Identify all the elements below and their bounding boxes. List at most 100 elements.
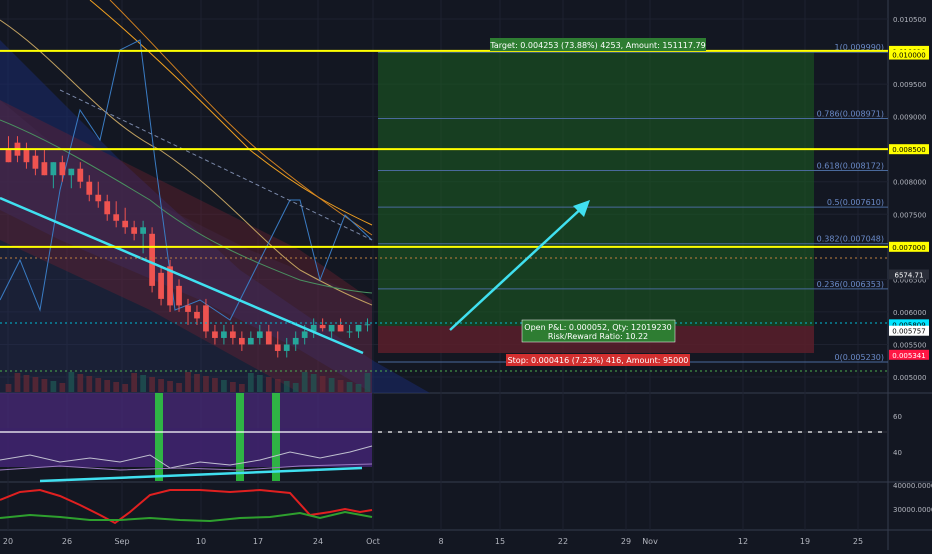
x-tick-label: 12 (738, 537, 748, 546)
target-zone[interactable] (378, 52, 814, 326)
y-tick-label: 0.009000 (893, 114, 926, 122)
x-tick-label: 17 (253, 537, 263, 546)
level-price-tag-text: 0.007000 (892, 244, 925, 252)
candle-body[interactable] (158, 272, 164, 299)
candle-body[interactable] (212, 331, 218, 338)
y-tick-label: 0.005500 (893, 341, 926, 349)
volume-bar (77, 374, 84, 392)
candle-body[interactable] (337, 324, 344, 332)
candle-body[interactable] (59, 162, 66, 176)
fib-label: 0.382(0.007048) (817, 235, 884, 244)
volume-bar (256, 375, 263, 392)
volume-bar (230, 382, 236, 392)
candle-body[interactable] (95, 194, 102, 202)
volume-bar (265, 377, 272, 392)
candle-body[interactable] (355, 324, 362, 332)
volume-bar (221, 380, 227, 392)
candle-body[interactable] (176, 285, 182, 306)
volume-bar (41, 379, 48, 392)
candle-body[interactable] (256, 331, 263, 338)
fib-label: 0.786(0.008971) (817, 110, 884, 119)
volume-bar (247, 373, 254, 392)
price-tag-text: 0.005757 (892, 328, 925, 336)
volume-bar (283, 381, 290, 392)
candle-body[interactable] (247, 337, 254, 345)
volume-bar (86, 376, 93, 392)
candle-body[interactable] (328, 324, 335, 332)
volume-bar (310, 374, 317, 392)
candle-body[interactable] (230, 331, 236, 338)
candle-body[interactable] (104, 201, 111, 215)
volume-bar (131, 373, 138, 392)
candle-body[interactable] (185, 305, 191, 312)
volume-bar (149, 377, 155, 392)
candle-body[interactable] (346, 331, 353, 333)
x-tick-label: 25 (853, 537, 863, 546)
volume-bar (319, 376, 326, 392)
candle-body[interactable] (274, 344, 281, 351)
x-tick-label: 26 (62, 537, 72, 546)
candle-body[interactable] (86, 181, 93, 195)
x-tick-label: 24 (313, 537, 323, 546)
candle-body[interactable] (283, 344, 290, 351)
y-tick-label: 0.005000 (893, 374, 926, 382)
x-tick-label: 20 (3, 537, 13, 546)
volume-bar (346, 382, 353, 392)
candle-body[interactable] (41, 162, 48, 176)
volume-bar (140, 375, 146, 392)
chart-svg[interactable]: 1(0.009990)0.786(0.008971)0.618(0.008172… (0, 0, 932, 550)
level-price-tag-text: 0.010000 (892, 52, 925, 60)
rr-label-text: Risk/Reward Ratio: 10.22 (548, 332, 648, 341)
price-tag-text: 0.005341 (892, 352, 925, 360)
target-label: Target: 0.004253 (73.88%) 4253, Amount: … (489, 38, 706, 51)
candle-body[interactable] (319, 324, 326, 329)
volume-bar (185, 372, 191, 392)
volume-bar (104, 380, 111, 392)
candle-body[interactable] (23, 149, 30, 163)
y-tick-label: 0.010500 (893, 16, 926, 24)
candle-body[interactable] (122, 220, 129, 228)
volume-bar (32, 377, 39, 392)
trading-chart[interactable]: 1(0.009990) 0.786(0.008971) 0.618(0.008172… (0, 0, 932, 550)
price-tag-text: 6574.71 (895, 271, 924, 279)
candle-body[interactable] (238, 337, 245, 345)
pane3-tick-label: 40000.0000 (893, 482, 932, 490)
candle-body[interactable] (50, 162, 57, 176)
rsi-signal-bar (236, 393, 244, 481)
candle-body[interactable] (194, 311, 200, 319)
candle-body[interactable] (301, 331, 308, 338)
volume-bar (95, 378, 102, 392)
candle-body[interactable] (68, 168, 75, 176)
candle-body[interactable] (131, 227, 138, 234)
x-tick-label: Nov (642, 537, 658, 546)
y-tick-label: 0.008000 (893, 179, 926, 187)
candle-body[interactable] (32, 155, 39, 169)
volume-bar (23, 375, 30, 392)
candle-body[interactable] (140, 227, 146, 234)
volume-bar (113, 382, 120, 392)
volume-bar (194, 374, 200, 392)
candle-body[interactable] (364, 324, 371, 326)
volume-bar (301, 372, 308, 392)
volume-bar (176, 383, 182, 392)
volume-bar (212, 378, 218, 392)
candle-body[interactable] (203, 305, 209, 332)
y-tick-label: 0.009500 (893, 81, 926, 89)
volume-bar (167, 381, 173, 392)
pnl-label: Open P&L: 0.000052, Qty: 12019230 Risk/R… (521, 319, 676, 343)
fib-label: 0.5(0.007610) (827, 198, 884, 207)
candle-body[interactable] (113, 214, 120, 221)
candle-body[interactable] (265, 331, 272, 345)
volume-bar (337, 380, 344, 392)
candle-body[interactable] (77, 168, 84, 182)
volume-bar (292, 383, 299, 392)
candle-body[interactable] (292, 337, 299, 345)
candle-body[interactable] (221, 331, 227, 338)
volume-bar (59, 383, 66, 392)
candle-body[interactable] (149, 233, 155, 286)
x-tick-label: 19 (800, 537, 810, 546)
x-tick-label: 29 (621, 537, 631, 546)
volume-bar (274, 379, 281, 392)
candle-body[interactable] (5, 149, 12, 163)
x-tick-label: 15 (495, 537, 505, 546)
